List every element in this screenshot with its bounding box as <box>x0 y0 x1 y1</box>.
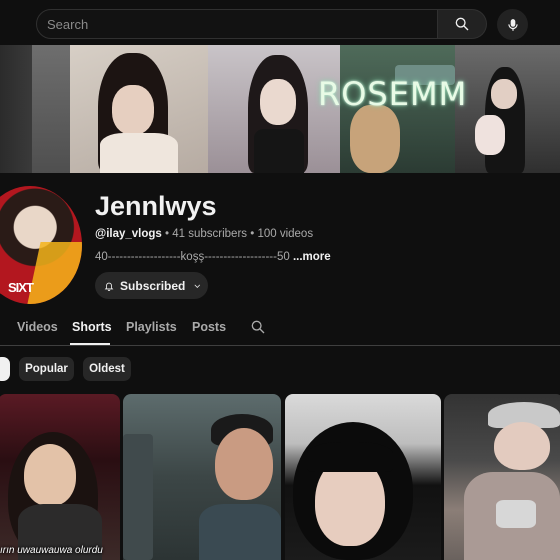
chip-oldest[interactable]: Oldest <box>83 357 131 381</box>
tab-posts[interactable]: Posts <box>192 320 226 334</box>
channel-tabs: Videos Shorts Playlists Posts <box>0 308 560 346</box>
tab-shorts[interactable]: Shorts <box>72 320 112 334</box>
subscribed-button[interactable]: Subscribed <box>95 272 208 299</box>
avatar-jersey-stripe <box>27 242 82 304</box>
search-box[interactable] <box>36 9 438 39</box>
channel-search-icon[interactable] <box>250 319 266 335</box>
chevron-down-icon <box>194 284 201 288</box>
short-caption: ırın uwauwauwa olurdu <box>0 545 103 556</box>
search-input[interactable] <box>47 10 427 38</box>
avatar-jersey-logo: SIXT <box>8 280 34 295</box>
short-thumbnail[interactable] <box>444 394 560 560</box>
channel-avatar[interactable]: SIXT <box>0 186 82 304</box>
search-button[interactable] <box>438 9 487 39</box>
short-thumbnail[interactable] <box>285 394 441 560</box>
banner-panel <box>70 45 208 173</box>
subscribed-label: Subscribed <box>120 278 186 293</box>
channel-stats: • 41 subscribers • 100 videos <box>161 228 314 240</box>
channel-description[interactable]: 40-------------------koşş---------------… <box>95 251 331 263</box>
voice-search-button[interactable] <box>497 9 528 40</box>
tab-playlists[interactable]: Playlists <box>126 320 177 334</box>
search-icon <box>455 17 469 31</box>
channel-name: Jennlwys <box>95 191 217 221</box>
active-tab-indicator <box>70 343 110 345</box>
mic-icon <box>507 18 518 31</box>
short-thumbnail[interactable]: ırın uwauwauwa olurdu <box>0 394 120 560</box>
channel-banner: ROSEMM <box>0 45 560 173</box>
banner-panel <box>455 45 560 173</box>
channel-meta: @ilay_vlogs • 41 subscribers • 100 video… <box>95 228 313 240</box>
banner-panel <box>0 45 32 173</box>
channel-description-text: 40-------------------koşş---------------… <box>95 251 293 263</box>
top-bar <box>0 0 560 46</box>
banner-panel <box>32 45 70 173</box>
banner-text: ROSEMM <box>318 75 468 113</box>
chip-popular[interactable]: Popular <box>19 357 74 381</box>
bell-icon <box>104 282 114 291</box>
channel-handle: @ilay_vlogs <box>95 228 162 240</box>
tab-videos[interactable]: Videos <box>17 320 58 334</box>
more-link[interactable]: ...more <box>293 251 331 263</box>
chip-latest[interactable] <box>0 357 10 381</box>
short-thumbnail[interactable] <box>123 394 281 560</box>
